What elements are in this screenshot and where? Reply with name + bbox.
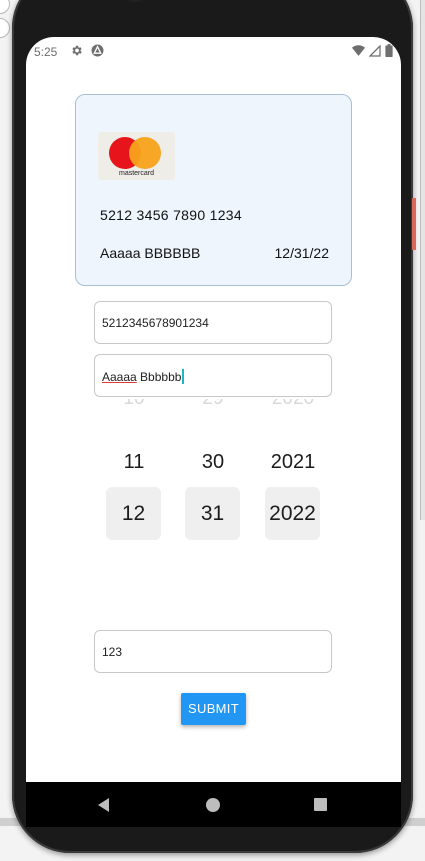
submit-button[interactable]: SUBMIT <box>181 693 246 725</box>
signal-icon <box>368 44 381 62</box>
status-right-icons <box>352 44 393 62</box>
month-selected[interactable]: 12 <box>106 487 161 540</box>
misspelled-word: Aaaaa <box>102 370 137 384</box>
app-logo-icon <box>91 44 104 60</box>
name-rest: Bbbbbb <box>136 370 182 384</box>
emulator-scene: 5:25 mastercard 5212 3456 7890 1234 Aaaa… <box>0 0 425 861</box>
recents-icon[interactable] <box>314 798 327 811</box>
cvv-value: 123 <box>102 645 123 659</box>
gear-icon <box>70 44 83 60</box>
month-picker[interactable]: 10 11 <box>106 399 162 474</box>
card-preview-expiry: 12/31/22 <box>274 245 330 261</box>
navigation-bar <box>26 782 401 827</box>
cvv-input[interactable]: 123 <box>94 630 332 673</box>
cardholder-name-value: Aaaaa Bbbbbb <box>102 369 185 384</box>
wifi-icon <box>352 44 365 62</box>
background-panel-edge <box>420 0 425 520</box>
battery-icon <box>385 44 393 62</box>
mastercard-logo: mastercard <box>98 132 175 180</box>
mastercard-yellow-circle <box>129 137 161 169</box>
app-screen: 5:25 mastercard 5212 3456 7890 1234 Aaaa… <box>26 37 401 782</box>
day-option[interactable]: 30 <box>185 451 241 474</box>
year-picker[interactable]: 2020 2021 <box>265 399 321 474</box>
card-preview-holder: Aaaaa BBBBBB <box>100 245 201 261</box>
year-option[interactable]: 2021 <box>265 451 321 474</box>
day-picker[interactable]: 29 30 <box>185 399 241 474</box>
day-faded-option[interactable]: 29 <box>185 399 241 409</box>
mastercard-wordmark: mastercard <box>118 170 154 177</box>
card-preview-number: 5212 3456 7890 1234 <box>100 207 242 223</box>
back-icon[interactable] <box>98 798 109 812</box>
year-faded-option[interactable]: 2020 <box>265 399 321 409</box>
card-number-value: 5212345678901234 <box>102 316 209 330</box>
month-option[interactable]: 11 <box>106 451 162 474</box>
background-radio-icon <box>0 0 10 14</box>
cardholder-name-input[interactable]: Aaaaa Bbbbbb <box>94 354 332 397</box>
card-preview: mastercard 5212 3456 7890 1234 Aaaaa BBB… <box>75 94 352 286</box>
status-bar: 5:25 <box>26 37 401 67</box>
background-radio-icon <box>0 18 10 38</box>
day-selected[interactable]: 31 <box>185 487 240 540</box>
status-time: 5:25 <box>34 45 58 59</box>
year-selected[interactable]: 2022 <box>265 487 320 540</box>
power-button[interactable] <box>412 198 416 250</box>
card-number-input[interactable]: 5212345678901234 <box>94 301 332 344</box>
month-faded-option[interactable]: 10 <box>106 399 162 409</box>
text-caret <box>182 369 185 384</box>
home-icon[interactable] <box>206 798 220 812</box>
